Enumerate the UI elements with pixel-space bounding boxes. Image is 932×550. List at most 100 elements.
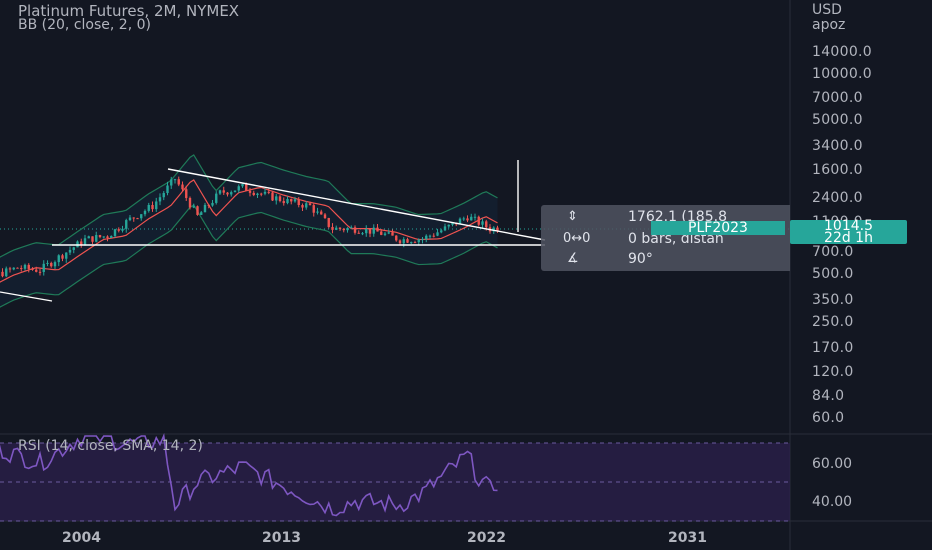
candle-body	[207, 204, 210, 206]
measure-tooltip: ⇕ 1762.1 (185.8 0↔0 0 bars, distan ∡ 90°	[541, 205, 790, 271]
symbol-badge[interactable]: PLF2023	[651, 221, 785, 235]
candle-body	[136, 218, 139, 220]
candle-body	[35, 269, 38, 272]
candle-body	[170, 179, 173, 186]
candle-body	[320, 211, 323, 215]
price-tick: 10000.0	[812, 66, 872, 82]
candle-body	[226, 192, 229, 195]
candle-body	[188, 197, 192, 208]
candle-body	[323, 214, 327, 219]
candle-body	[413, 242, 417, 244]
candle-body	[380, 231, 383, 235]
angle-icon: ∡	[567, 251, 579, 266]
candle-body	[260, 193, 263, 195]
measure-angle-text: 90°	[628, 251, 653, 267]
candle-body	[95, 235, 98, 242]
price-tick: 14000.0	[812, 44, 872, 60]
candle-body	[12, 267, 15, 270]
price-range-icon: ⇕	[567, 209, 578, 224]
bars-distance-icon: 0↔0	[563, 231, 591, 246]
candle-body	[185, 189, 188, 198]
candle-body	[203, 204, 207, 213]
candle-body	[395, 235, 398, 241]
time-tick-2013: 2013	[262, 530, 301, 546]
price-tick: 84.0	[812, 388, 845, 404]
candle-body	[181, 184, 184, 190]
candle-body	[282, 201, 285, 204]
candle-body	[398, 240, 402, 244]
time-tick-2031: 2031	[668, 530, 707, 546]
price-tick: 2400.0	[812, 190, 863, 206]
candle-body	[417, 239, 420, 243]
candle-body	[158, 197, 162, 202]
candle-body	[308, 203, 312, 206]
candle-body	[410, 242, 413, 244]
candle-body	[301, 205, 304, 208]
candle-body	[102, 236, 105, 238]
candle-body	[275, 196, 278, 201]
candle-body	[23, 264, 27, 269]
candle-body	[278, 196, 282, 202]
candle-body	[372, 227, 375, 234]
candle-body	[350, 227, 353, 229]
price-tick: 7000.0	[812, 90, 863, 106]
candle-body	[312, 205, 315, 213]
candle-body	[428, 235, 432, 237]
candle-body	[305, 203, 308, 208]
candle-body	[297, 199, 300, 206]
candle-body	[327, 218, 330, 227]
candle-body	[8, 268, 12, 270]
candle-body	[98, 235, 102, 238]
candle-body	[245, 184, 248, 191]
candle-body	[222, 190, 225, 193]
measure-angle-row: ∡ 90°	[541, 250, 790, 270]
candle-body	[342, 228, 345, 231]
candle-body	[335, 227, 338, 230]
candle-body	[61, 255, 64, 259]
candle-body	[147, 204, 150, 211]
candle-body	[368, 228, 372, 234]
price-tick: 3400.0	[812, 138, 863, 154]
rsi-tick-60: 60.00	[812, 456, 853, 472]
candle-body	[31, 268, 34, 270]
currency-label[interactable]: USD	[812, 2, 842, 18]
candle-body	[402, 239, 405, 244]
candle-body	[38, 271, 42, 273]
candle-body	[361, 233, 364, 235]
candle-body	[121, 228, 124, 231]
price-tick: 500.0	[812, 266, 854, 282]
candle-body	[436, 232, 439, 236]
candle-body	[387, 232, 390, 234]
candle-body	[110, 235, 113, 238]
time-tick-2022: 2022	[467, 530, 506, 546]
indicator-legend[interactable]: BB (20, close, 2, 0)	[18, 17, 151, 33]
chart-canvas[interactable]	[0, 0, 932, 550]
candle-body	[128, 217, 132, 221]
price-tick: 5000.0	[812, 112, 863, 128]
candle-body	[230, 192, 233, 195]
candle-body	[338, 227, 342, 229]
last-price-badge[interactable]: 1014.5 22d 1h	[790, 219, 907, 245]
candle-body	[173, 179, 177, 181]
candle-body	[353, 227, 357, 233]
candle-body	[46, 262, 49, 264]
candle-body	[177, 179, 180, 185]
candle-body	[406, 239, 409, 243]
price-tick: 700.0	[812, 244, 854, 260]
candle-body	[432, 235, 435, 237]
candle-body	[346, 228, 349, 231]
axis-mode-label[interactable]: apoz	[812, 17, 845, 33]
candle-body	[16, 267, 19, 269]
candle-body	[248, 190, 252, 193]
candle-body	[125, 220, 128, 229]
candle-body	[466, 218, 469, 221]
candle-body	[132, 217, 135, 219]
candle-body	[473, 216, 477, 218]
candle-body	[117, 229, 120, 231]
candle-body	[196, 206, 199, 215]
time-tick-2004: 2004	[62, 530, 101, 546]
rsi-legend[interactable]: RSI (14, close, SMA, 14, 2)	[18, 438, 203, 454]
candle-body	[200, 212, 203, 215]
candle-body	[470, 216, 473, 221]
candle-body	[252, 192, 255, 195]
